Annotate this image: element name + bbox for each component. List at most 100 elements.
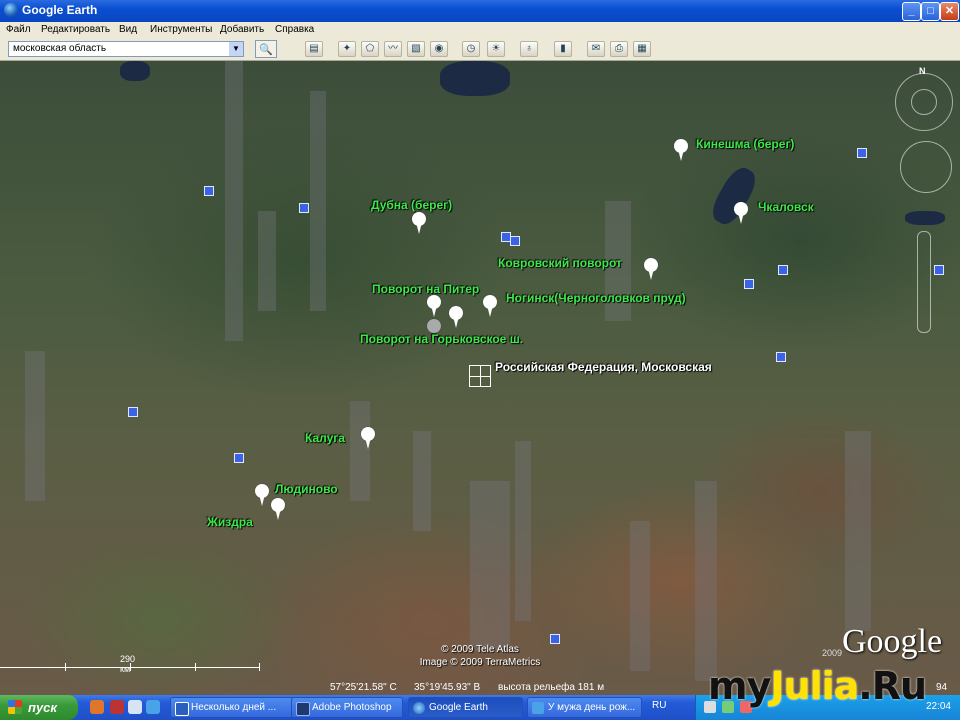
overlay-icon[interactable]: ▧ xyxy=(407,41,425,57)
taskbar-item-label: Adobe Photoshop xyxy=(312,702,392,713)
taskbar-item[interactable]: У мужа день рож... xyxy=(527,697,642,718)
center-crosshair xyxy=(469,365,491,387)
zoom-slider[interactable] xyxy=(917,231,931,333)
scale-tick xyxy=(65,663,66,671)
photo-marker[interactable] xyxy=(550,634,560,644)
imagery-strip xyxy=(25,351,45,501)
photoshop-icon xyxy=(296,702,310,716)
photo-marker[interactable] xyxy=(128,407,138,417)
email-icon[interactable]: ✉ xyxy=(587,41,605,57)
menu-view[interactable]: Вид xyxy=(119,24,137,35)
placemark-label[interactable]: Ногинск(Черноголовков пруд) xyxy=(506,291,686,305)
search-input[interactable]: московская область ▼ xyxy=(8,41,244,57)
placemark-label[interactable]: Кинешма (берег) xyxy=(696,137,794,151)
status-eye-altitude: 94 xyxy=(936,682,948,693)
placemark-pin[interactable] xyxy=(412,212,426,234)
watermark-part: .Ru xyxy=(858,664,927,708)
start-button[interactable]: пуск xyxy=(0,695,78,720)
imagery-strip xyxy=(225,61,243,341)
ruler-icon[interactable]: ▮ xyxy=(554,41,572,57)
placemark-pin[interactable] xyxy=(644,258,658,280)
sunlight-icon[interactable]: ☀ xyxy=(487,41,505,57)
menu-bar: Файл Редактировать Вид Инструменты Добав… xyxy=(0,22,960,38)
menu-edit[interactable]: Редактировать xyxy=(41,24,110,35)
menu-file[interactable]: Файл xyxy=(6,24,31,35)
watermark-part: my xyxy=(708,664,771,708)
look-joystick[interactable] xyxy=(911,89,937,115)
word-icon xyxy=(175,702,189,716)
placemark-pin[interactable] xyxy=(271,498,285,520)
imagery-strip xyxy=(515,441,531,621)
history-icon[interactable]: ◷ xyxy=(462,41,480,57)
placemark-label[interactable]: Людиново xyxy=(275,482,338,496)
google-earth-icon xyxy=(4,3,18,17)
placemark-label[interactable]: Поворот на Горьковское ш. xyxy=(360,332,523,346)
path-icon[interactable]: 〰 xyxy=(384,41,402,57)
placemark-label[interactable]: Калуга xyxy=(305,431,345,445)
photo-marker[interactable] xyxy=(510,236,520,246)
polygon-icon[interactable]: ⬠ xyxy=(361,41,379,57)
photo-marker[interactable] xyxy=(744,279,754,289)
taskbar-item[interactable]: Adobe Photoshop xyxy=(291,697,403,718)
opera-icon[interactable] xyxy=(110,700,124,714)
logo-year: 2009 xyxy=(822,648,843,658)
clock[interactable]: 22:04 xyxy=(926,701,951,712)
north-indicator[interactable]: N xyxy=(919,66,926,76)
photo-marker[interactable] xyxy=(204,186,214,196)
maximize-button[interactable]: □ xyxy=(921,2,940,21)
photo-marker[interactable] xyxy=(776,352,786,362)
minimize-button[interactable]: _ xyxy=(902,2,921,21)
copyright-tele-atlas: © 2009 Tele Atlas xyxy=(441,644,519,655)
imagery-strip xyxy=(630,521,650,671)
navigation-controls[interactable]: N xyxy=(895,66,955,139)
lake xyxy=(120,61,150,81)
toolbar: московская область ▼ 🔍 ▤ ✦ ⬠ 〰 ▧ ◉ ◷ ☀ ♁… xyxy=(0,38,960,61)
placemark-pin[interactable] xyxy=(361,427,375,449)
move-joystick[interactable] xyxy=(900,141,952,193)
placemark-label[interactable]: Поворот на Питер xyxy=(372,282,479,296)
search-icon[interactable]: 🔍 xyxy=(255,40,277,58)
placemark-pin[interactable] xyxy=(483,295,497,317)
taskbar-item[interactable]: Несколько дней ... xyxy=(170,697,294,718)
menu-help[interactable]: Справка xyxy=(275,24,314,35)
placemark-label[interactable]: Жиздра xyxy=(207,515,253,529)
browser-icon xyxy=(532,702,544,714)
planets-icon[interactable]: ♁ xyxy=(520,41,538,57)
photo-marker[interactable] xyxy=(299,203,309,213)
imagery-strip xyxy=(310,91,326,311)
location-label: Российская Федерация, Московская xyxy=(495,360,712,374)
map-icon[interactable]: ▦ xyxy=(633,41,651,57)
google-logo: Google xyxy=(842,623,943,660)
menu-tools[interactable]: Инструменты xyxy=(150,24,212,35)
desktop-icon[interactable] xyxy=(128,700,142,714)
photo-marker[interactable] xyxy=(778,265,788,275)
placemark-label[interactable]: Ковровский поворот xyxy=(498,256,622,270)
window-title: Google Earth xyxy=(22,3,98,17)
tour-icon[interactable]: ◉ xyxy=(430,41,448,57)
photo-marker[interactable] xyxy=(234,453,244,463)
taskbar-item[interactable]: Google Earth xyxy=(408,697,523,718)
scale-label: 290 км xyxy=(120,654,136,674)
photo-marker[interactable] xyxy=(857,148,867,158)
language-indicator[interactable]: RU xyxy=(652,700,666,711)
placemark-pin[interactable] xyxy=(734,202,748,224)
reservoir xyxy=(905,211,945,225)
close-button[interactable]: ✕ xyxy=(940,2,959,21)
earth-view[interactable]: Кинешма (берег) Чкаловск Дубна (берег) К… xyxy=(0,61,960,695)
google-earth-icon xyxy=(413,702,425,714)
placemark-icon[interactable]: ✦ xyxy=(338,41,356,57)
print-icon[interactable]: ⎙ xyxy=(610,41,628,57)
placemark-pin[interactable] xyxy=(255,484,269,506)
placemark-pin[interactable] xyxy=(427,295,441,317)
placemark-pin[interactable] xyxy=(674,139,688,161)
placemark-label[interactable]: Дубна (берег) xyxy=(371,198,452,212)
chevron-down-icon[interactable]: ▼ xyxy=(229,42,243,56)
windows-logo-icon xyxy=(8,700,22,714)
placemark-label[interactable]: Чкаловск xyxy=(758,200,814,214)
firefox-icon[interactable] xyxy=(90,700,104,714)
photo-marker[interactable] xyxy=(934,265,944,275)
explorer-icon[interactable] xyxy=(146,700,160,714)
sidebar-icon[interactable]: ▤ xyxy=(305,41,323,57)
placemark-pin[interactable] xyxy=(449,306,463,328)
menu-add[interactable]: Добавить xyxy=(220,24,264,35)
